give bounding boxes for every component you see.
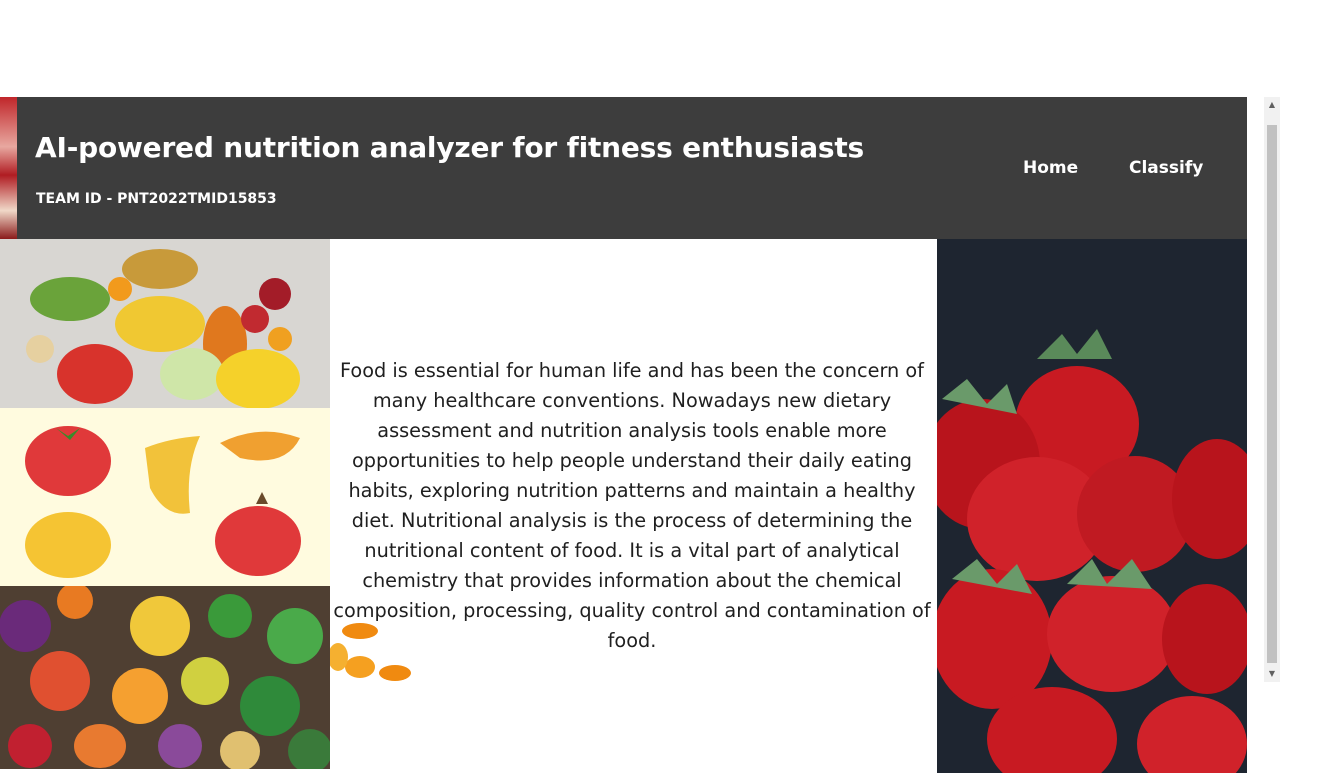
nutrition-description: Food is essential for human life and has…: [333, 359, 931, 652]
cartoon-fruits-illustration: [0, 408, 330, 586]
arrow-down-icon[interactable]: ▼: [1264, 666, 1280, 682]
scrollbar-thumb[interactable]: [1267, 125, 1277, 663]
fruits-photo: [0, 239, 330, 408]
team-id: TEAM ID - PNT2022TMID15853: [36, 191, 277, 207]
site-header: AI-powered nutrition analyzer for fitnes…: [0, 97, 1247, 239]
header-edge-image: [0, 97, 17, 239]
orange-slices-graphic: [328, 615, 420, 690]
nav-classify-link[interactable]: Classify: [1129, 158, 1203, 178]
strawberries-photo: [937, 239, 1247, 773]
vegetables-photo: [0, 586, 330, 769]
page-title: AI-powered nutrition analyzer for fitnes…: [35, 131, 865, 164]
vertical-scrollbar[interactable]: ▲ ▼: [1264, 97, 1280, 682]
arrow-up-icon[interactable]: ▲: [1264, 97, 1280, 113]
nav-home-link[interactable]: Home: [1023, 158, 1078, 178]
main-nav: Home Classify: [1007, 158, 1247, 182]
left-image-column: [0, 239, 330, 769]
